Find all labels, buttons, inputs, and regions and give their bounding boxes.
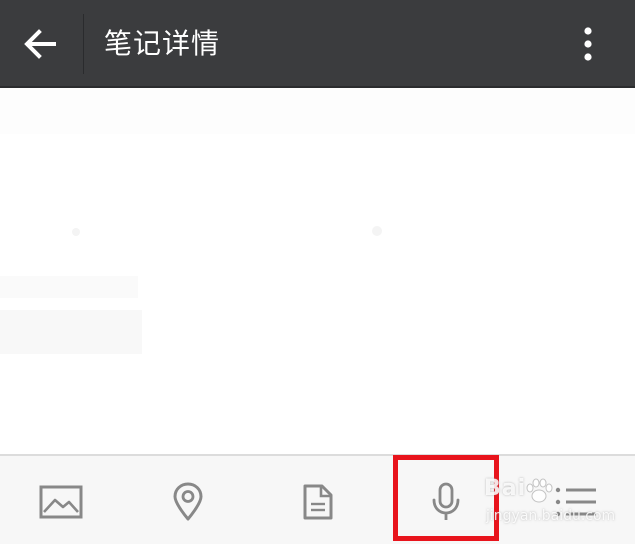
note-content bbox=[0, 88, 635, 454]
watermark-url: jingyan.baidu.com bbox=[486, 508, 616, 524]
document-icon bbox=[303, 484, 333, 520]
note-text-placeholder bbox=[0, 310, 142, 354]
note-header-band bbox=[0, 88, 635, 134]
insert-document-button[interactable] bbox=[290, 474, 346, 530]
insert-image-button[interactable] bbox=[33, 474, 89, 530]
watermark-brand: Bai bbox=[484, 476, 527, 501]
more-options-button[interactable] bbox=[566, 20, 610, 68]
insert-location-button[interactable] bbox=[160, 474, 216, 530]
arrow-left-icon bbox=[24, 29, 56, 59]
watermark: Bai jingyan.baidu.com bbox=[484, 476, 624, 532]
note-text-placeholder bbox=[0, 276, 138, 298]
image-icon bbox=[39, 485, 83, 519]
back-button[interactable] bbox=[16, 20, 64, 68]
note-meta-mark bbox=[72, 228, 80, 236]
note-meta-mark bbox=[372, 226, 382, 236]
page-title: 笔记详情 bbox=[104, 27, 221, 60]
paw-icon bbox=[526, 478, 553, 503]
app-bar-divider bbox=[83, 14, 84, 74]
location-pin-icon bbox=[173, 482, 203, 521]
app-bar: 笔记详情 bbox=[0, 0, 635, 88]
note-detail-screen: 笔记详情 Bai jingyan.baidu.com bbox=[0, 0, 635, 544]
more-vertical-icon bbox=[584, 27, 592, 61]
